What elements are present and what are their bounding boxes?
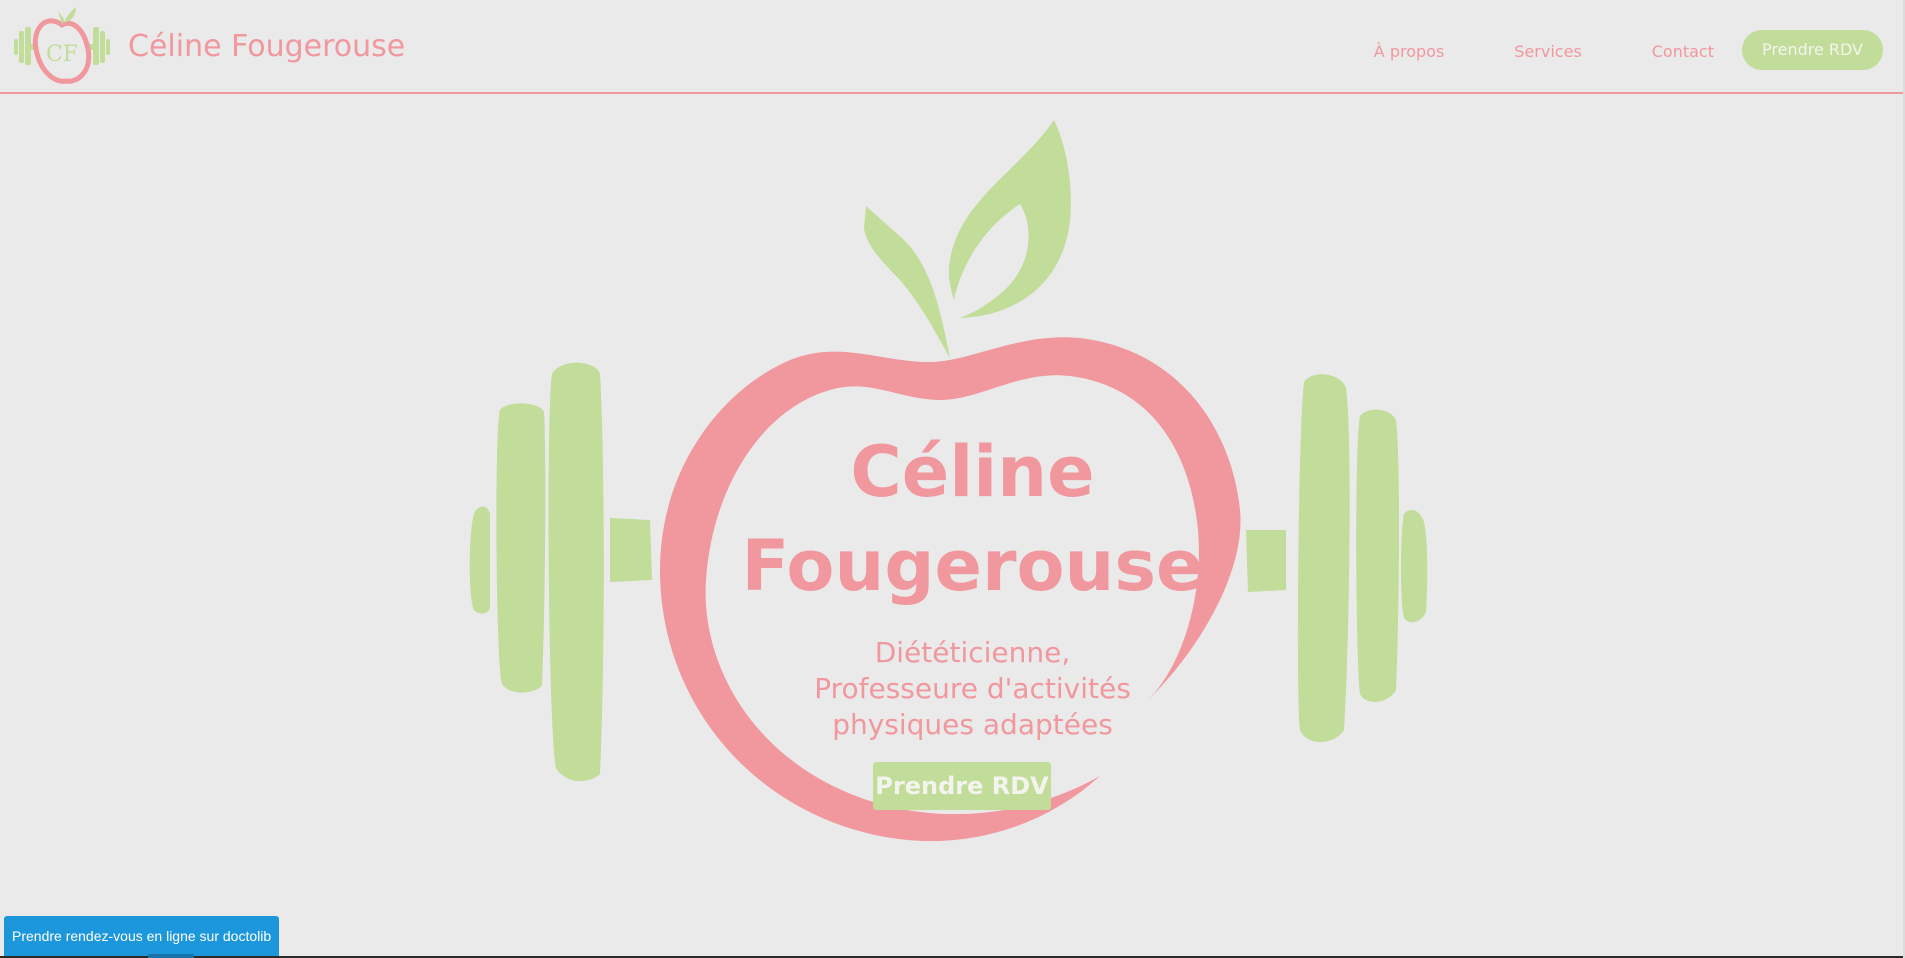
apple-leaf (948, 120, 1071, 318)
main-nav: À propos Services Contact Prendre RDV (1374, 30, 1883, 72)
right-dumbbell-bar (1246, 530, 1286, 592)
hero-subtitle-line3: physiques adaptées (832, 708, 1113, 741)
right-dumbbell-small-plate (1401, 509, 1428, 623)
hero-title-line1: Céline (850, 431, 1095, 513)
bottom-border-accent (148, 954, 194, 958)
hero-title-line2: Fougerouse (741, 525, 1204, 607)
site-header: CF Céline Fougerouse À propos Services C… (0, 0, 1903, 94)
left-dumbbell-bar (610, 518, 652, 582)
hero-prendre-rdv-button[interactable]: Prendre RDV (873, 762, 1051, 810)
hero-subtitle: Diététicienne, Professeure d'activités p… (700, 635, 1245, 743)
left-dumbbell-middle-plate (496, 403, 546, 693)
page: CF Céline Fougerouse À propos Services C… (0, 0, 1905, 958)
doctolib-booking-button[interactable]: Prendre rendez-vous en ligne sur doctoli… (4, 916, 280, 956)
hero-subtitle-line1: Diététicienne, (874, 636, 1071, 669)
hero-subtitle-line2: Professeure d'activités (814, 672, 1131, 705)
left-dumbbell-small-plate (469, 506, 490, 614)
right-dumbbell-middle-plate (1356, 409, 1399, 702)
apple-dumbbell-logo-icon: CF (14, 7, 110, 84)
left-dumbbell-large-plate (548, 362, 604, 782)
nav-link-a-propos[interactable]: À propos (1374, 34, 1444, 70)
nav-link-services[interactable]: Services (1514, 34, 1581, 70)
nav-prendre-rdv-button[interactable]: Prendre RDV (1742, 30, 1883, 70)
logo-initials: CF (46, 42, 78, 67)
right-dumbbell-large-plate (1297, 374, 1350, 742)
apple-stem (864, 206, 950, 358)
hero-text-block: Céline Fougerouse Diététicienne, Profess… (700, 425, 1245, 743)
brand-name[interactable]: Céline Fougerouse (128, 29, 405, 64)
nav-link-contact[interactable]: Contact (1652, 34, 1714, 70)
hero-title: Céline Fougerouse (700, 425, 1245, 613)
brand-link[interactable]: CF Céline Fougerouse (12, 4, 405, 88)
